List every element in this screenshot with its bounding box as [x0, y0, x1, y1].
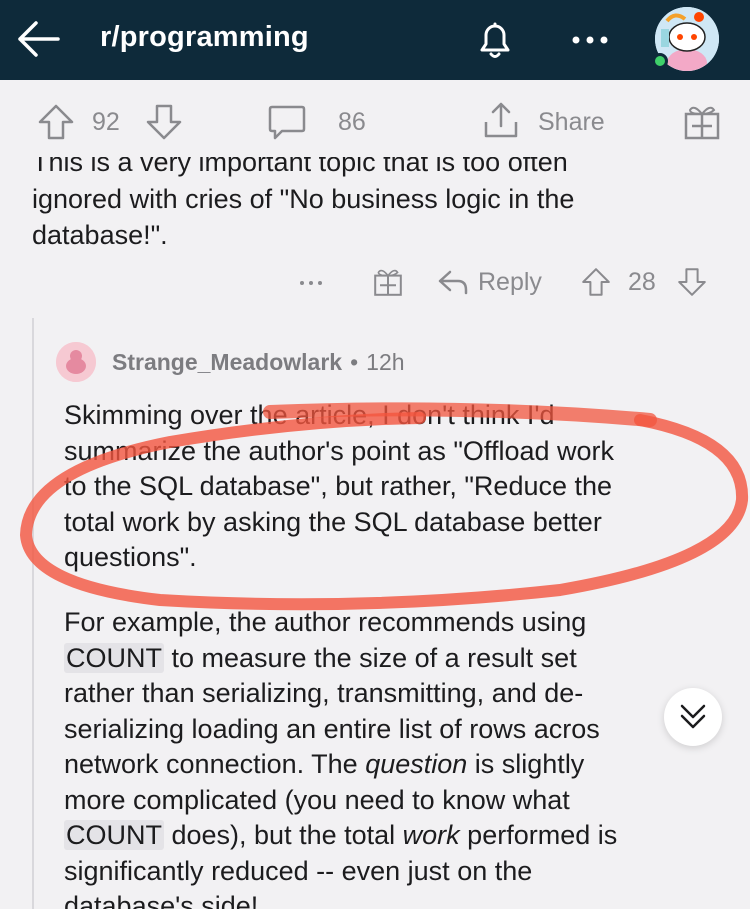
- upvote-icon[interactable]: [580, 266, 612, 298]
- reply-line: rather than serializing, transmitting, a…: [64, 678, 584, 708]
- separator-dot: •: [350, 348, 359, 375]
- reply-line: network connection. The question is slig…: [64, 749, 585, 779]
- emphasis: question: [365, 749, 468, 779]
- comment-partial-line: This is a very important topic that is t…: [32, 157, 568, 177]
- downvote-icon[interactable]: [676, 266, 708, 298]
- thread-line: [32, 318, 34, 909]
- timestamp: 12h: [366, 348, 405, 375]
- post-action-bar: 92 86 Share: [0, 80, 750, 162]
- upvote-icon[interactable]: [36, 102, 76, 142]
- reply-line: more complicated (you need to know what: [64, 784, 570, 815]
- double-chevron-down-icon: [680, 704, 706, 729]
- reply-line: COUNT to measure the size of a result se…: [64, 642, 577, 673]
- bell-icon[interactable]: [470, 14, 520, 64]
- scroll-down-button[interactable]: [664, 688, 722, 746]
- more-options-icon[interactable]: [565, 20, 615, 60]
- inline-code: COUNT: [64, 820, 164, 850]
- reply-line: significantly reduced -- even just on th…: [64, 855, 533, 886]
- award-gift-icon[interactable]: [682, 102, 722, 142]
- award-gift-icon[interactable]: [372, 266, 404, 298]
- reply-line: serializing loading an entire list of ro…: [64, 713, 600, 744]
- share-button[interactable]: Share: [538, 108, 605, 137]
- inline-code: COUNT: [64, 642, 164, 673]
- comment-action-bar: Reply 28: [0, 258, 750, 308]
- reply-line: Skimming over the article, I don't think…: [64, 400, 555, 430]
- reply-line: questions".: [64, 542, 197, 572]
- online-status-dot: [652, 53, 668, 69]
- comment-bubble-icon[interactable]: [266, 102, 308, 144]
- reply-line: summarize the author's point as "Offload…: [64, 435, 614, 466]
- subreddit-title[interactable]: r/programming: [100, 21, 309, 54]
- reply-line: total work by asking the SQL database be…: [64, 506, 602, 537]
- reply-arrow-icon[interactable]: [436, 266, 470, 298]
- downvote-icon[interactable]: [144, 102, 184, 142]
- emphasis: work: [402, 820, 460, 850]
- reply-header: Strange_Meadowlark • 12h: [56, 340, 405, 384]
- reply-paragraph: Skimming over the article, I don't think…: [64, 398, 724, 576]
- top-app-bar: r/programming: [0, 0, 750, 80]
- reply-line: For example, the author recommends using: [64, 607, 587, 637]
- reply-line: database's side!: [64, 891, 259, 909]
- reply-paragraph: For example, the author recommends using…: [64, 605, 724, 909]
- share-icon[interactable]: [480, 100, 522, 142]
- more-options-icon[interactable]: [296, 268, 326, 298]
- comment-line: database!".: [32, 220, 168, 250]
- reply-line: COUNT does), but the total work performe…: [64, 820, 618, 850]
- reply-line: to the SQL database", but rather, "Reduc…: [64, 471, 613, 501]
- reply-button[interactable]: Reply: [478, 268, 542, 297]
- post-vote-count: 92: [92, 108, 120, 136]
- back-arrow-icon[interactable]: [14, 14, 64, 64]
- comment-count: 86: [338, 108, 366, 136]
- user-avatar[interactable]: [56, 342, 96, 382]
- comment-line: ignored with cries of "No business logic…: [32, 184, 575, 214]
- username[interactable]: Strange_Meadowlark: [112, 349, 342, 376]
- comment-vote-count: 28: [628, 268, 656, 296]
